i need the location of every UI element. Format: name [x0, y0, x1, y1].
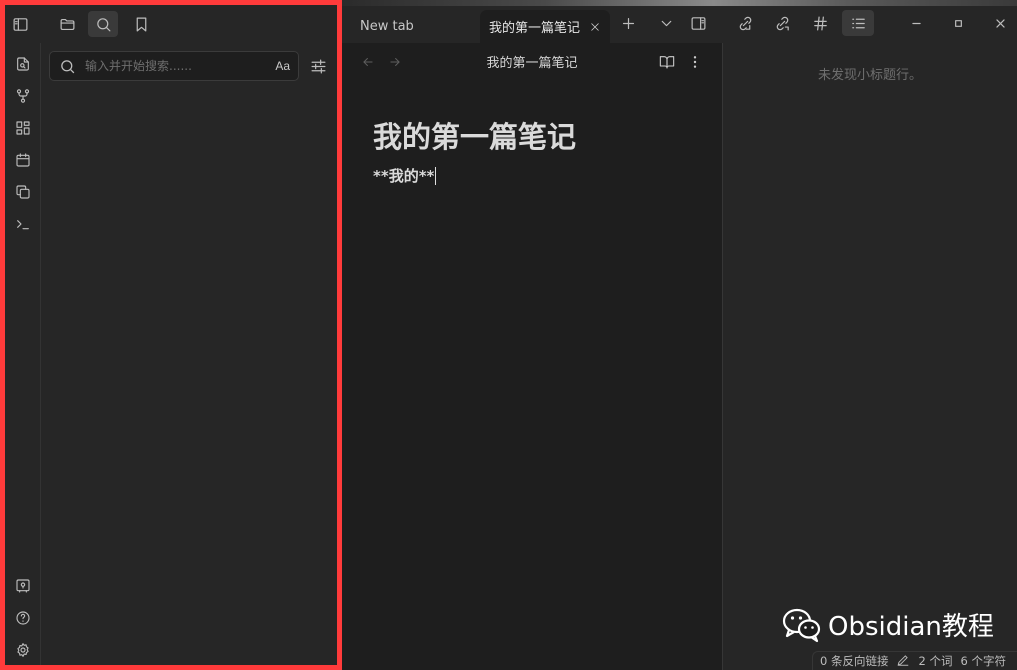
file-search-icon — [17, 57, 29, 71]
window-titlebar-strip — [342, 0, 1017, 6]
outline-empty-message: 未发现小标题行。 — [817, 68, 922, 83]
ribbon-canvas-button[interactable] — [8, 115, 38, 141]
text-caret — [435, 167, 437, 185]
ribbon-command-palette-button[interactable] — [8, 211, 38, 237]
gear-icon — [17, 643, 29, 657]
left-sidebar: Aa — [0, 0, 342, 670]
match-case-toggle[interactable]: Aa — [275, 59, 290, 73]
ribbon-templates-button[interactable] — [8, 179, 38, 205]
status-char-count: 6 个字符 — [960, 654, 1006, 668]
tab-label: 我的第一篇笔记 — [489, 21, 581, 36]
maximize-icon — [954, 19, 962, 27]
search-icon — [96, 17, 110, 31]
more-vertical-icon — [693, 56, 697, 68]
files-tab-button[interactable] — [52, 11, 82, 37]
bookmark-icon — [136, 17, 146, 31]
note-body-text: **我的** — [373, 167, 435, 185]
vault-icon — [16, 579, 30, 593]
app-window: Aa New tab 我的第一篇笔记 — [0, 0, 1017, 670]
search-icon — [61, 59, 75, 73]
chevron-down-icon — [661, 20, 671, 26]
right-sidebar-outline: 未发现小标题行。 — [723, 43, 1017, 670]
window-minimize-button[interactable] — [902, 10, 930, 36]
window-maximize-button[interactable] — [944, 10, 972, 36]
link-out-icon — [776, 16, 789, 30]
list-icon — [851, 18, 865, 28]
link-in-icon — [739, 16, 751, 30]
note-title[interactable]: 我的第一篇笔记 — [373, 114, 576, 156]
outgoing-links-pane-button[interactable] — [768, 10, 796, 36]
note-body-line[interactable]: **我的** — [373, 165, 437, 186]
bookmarks-tab-button[interactable] — [126, 11, 156, 37]
watermark: Obsidian教程 — [782, 606, 994, 643]
search-input[interactable] — [85, 59, 276, 73]
sliders-icon — [311, 59, 325, 73]
plus-icon — [622, 17, 634, 29]
editing-mode-button[interactable] — [888, 653, 918, 670]
outline-pane-button[interactable] — [842, 10, 874, 36]
status-word-count: 2 个词 — [918, 654, 953, 668]
git-fork-icon — [16, 89, 30, 103]
layout-dashboard-icon — [16, 121, 30, 135]
close-icon — [995, 18, 1005, 28]
toggle-sidebar-button[interactable] — [5, 11, 35, 37]
ribbon-help-button[interactable] — [8, 605, 38, 631]
tab-close-button[interactable] — [588, 20, 602, 34]
editor-pane: 我的第一篇笔记 我的第一篇笔记 **我的** — [342, 43, 722, 670]
book-open-icon — [659, 56, 675, 69]
watermark-text: Obsidian教程 — [828, 612, 994, 642]
pencil-icon — [898, 654, 909, 666]
ribbon-vault-switcher-button[interactable] — [8, 573, 38, 599]
folder-icon — [60, 18, 74, 30]
tab-new-tab[interactable]: New tab — [348, 10, 478, 43]
calendar-icon — [16, 153, 30, 167]
search-settings-button[interactable] — [306, 54, 330, 78]
ribbon-graph-view-button[interactable] — [8, 83, 38, 109]
backlinks-pane-button[interactable] — [731, 10, 759, 36]
search-tab-button[interactable] — [88, 11, 118, 37]
more-options-button[interactable] — [684, 51, 706, 73]
sidebar-right-icon — [691, 16, 705, 30]
left-sidebar-header — [5, 5, 337, 43]
sidebar-left-icon — [13, 17, 27, 31]
tab-label: New tab — [360, 19, 414, 34]
tags-pane-button[interactable] — [806, 10, 834, 36]
ribbon-daily-note-button[interactable] — [8, 147, 38, 173]
terminal-icon — [17, 220, 29, 230]
ribbon — [5, 43, 41, 665]
reading-view-button[interactable] — [656, 51, 678, 73]
window-close-button[interactable] — [986, 10, 1014, 36]
tab-my-first-note[interactable]: 我的第一篇笔记 — [480, 10, 610, 43]
status-bar: 0 条反向链接 2 个词 6 个字符 — [812, 651, 1017, 670]
minimize-icon — [911, 22, 921, 24]
hash-icon — [813, 16, 827, 30]
toggle-right-sidebar-button[interactable] — [684, 10, 712, 36]
tab-bar: New tab 我的第一篇笔记 — [342, 0, 1017, 43]
new-tab-button[interactable] — [614, 10, 642, 36]
tab-list-button[interactable] — [652, 10, 680, 36]
wechat-icon — [782, 608, 821, 642]
ribbon-settings-button[interactable] — [8, 637, 38, 663]
close-icon — [591, 22, 599, 31]
help-circle-icon — [16, 611, 30, 625]
ribbon-quick-switcher-button[interactable] — [8, 51, 38, 77]
search-box: Aa — [49, 51, 299, 81]
status-backlinks[interactable]: 0 条反向链接 — [820, 653, 888, 669]
copy-icon — [16, 185, 30, 199]
